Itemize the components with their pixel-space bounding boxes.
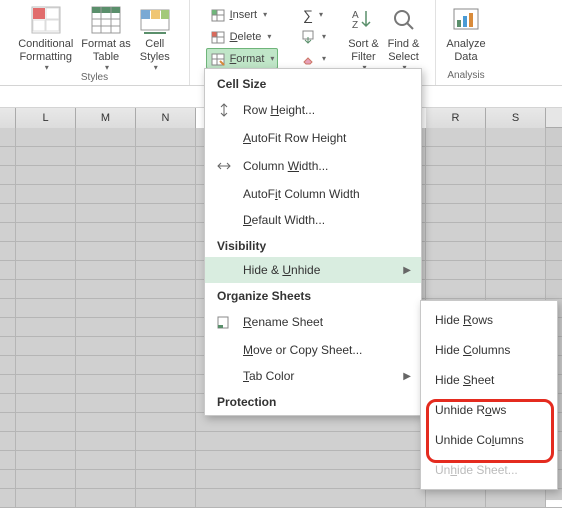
submenu-unhide-rows[interactable]: Unhide Rows	[421, 395, 557, 425]
menu-tab-color[interactable]: Tab Color ▶	[205, 363, 421, 389]
fill-button[interactable]: ▾	[296, 26, 330, 47]
menu-hide-unhide[interactable]: Hide & Unhide ▶	[205, 257, 421, 283]
column-width-icon	[215, 157, 233, 175]
menu-autofit-col[interactable]: AutoFit Column Width	[205, 181, 421, 207]
svg-text:Z: Z	[352, 20, 358, 31]
menu-column-width[interactable]: Column Width...	[205, 151, 421, 181]
delete-cells-icon	[210, 29, 226, 45]
delete-label: Delete	[230, 31, 262, 43]
conditional-formatting-icon	[30, 4, 62, 36]
menu-section-visibility: Visibility	[205, 233, 421, 257]
group-label-styles: Styles	[81, 70, 108, 85]
analyze-data-label: Analyze Data	[446, 38, 485, 63]
format-as-table-button[interactable]: Format as Table▾	[77, 2, 135, 74]
col-header-s[interactable]: S	[486, 108, 546, 128]
insert-label: Insert	[230, 9, 258, 21]
fill-down-icon	[300, 29, 316, 45]
dropdown-icon: ▾	[322, 54, 326, 63]
menu-row-height-label: Row Height...	[243, 103, 315, 117]
format-as-table-label: Format as Table	[81, 38, 131, 63]
col-header-m[interactable]: M	[76, 108, 136, 128]
hide-unhide-submenu: Hide Rows Hide Columns Hide Sheet Unhide…	[420, 300, 558, 490]
submenu-unhide-columns[interactable]: Unhide Columns	[421, 425, 557, 455]
submenu-hide-sheet[interactable]: Hide Sheet	[421, 365, 557, 395]
menu-autofit-col-label: AutoFit Column Width	[243, 187, 360, 201]
cell-styles-label: Cell Styles	[140, 38, 170, 63]
menu-hide-unhide-label: Hide & Unhide	[243, 263, 320, 277]
group-styles: Conditional Formatting▾ Format as Table▾…	[0, 0, 190, 85]
format-cells-icon	[210, 51, 226, 67]
dropdown-icon: ▾	[270, 54, 274, 63]
find-select-button[interactable]: Find & Select▾	[384, 2, 424, 74]
menu-section-protection: Protection	[205, 389, 421, 413]
submenu-hide-columns[interactable]: Hide Columns	[421, 335, 557, 365]
clear-button[interactable]: ▾	[296, 48, 330, 69]
analyze-data-icon	[450, 4, 482, 36]
menu-rename-sheet[interactable]: Rename Sheet	[205, 307, 421, 337]
submenu-arrow-icon: ▶	[403, 371, 411, 382]
insert-cells-icon	[210, 7, 226, 23]
grid-row[interactable]	[0, 489, 562, 508]
format-as-table-icon	[90, 4, 122, 36]
col-header-n[interactable]: N	[136, 108, 196, 128]
menu-move-copy[interactable]: Move or Copy Sheet...	[205, 337, 421, 363]
conditional-formatting-label: Conditional Formatting	[18, 38, 73, 63]
menu-move-copy-label: Move or Copy Sheet...	[243, 343, 362, 357]
menu-section-organize: Organize Sheets	[205, 283, 421, 307]
dropdown-icon: ▾	[263, 10, 267, 19]
dropdown-icon: ▾	[45, 63, 49, 72]
submenu-hide-rows[interactable]: Hide Rows	[421, 305, 557, 335]
col-header-r[interactable]: R	[426, 108, 486, 128]
find-select-icon	[388, 4, 420, 36]
cell-styles-icon	[139, 4, 171, 36]
dropdown-icon: ▾	[322, 32, 326, 41]
menu-autofit-row[interactable]: AutoFit Row Height	[205, 125, 421, 151]
menu-autofit-row-label: AutoFit Row Height	[243, 131, 346, 145]
format-button[interactable]: Format ▾	[206, 48, 279, 69]
menu-default-width[interactable]: Default Width...	[205, 207, 421, 233]
sort-filter-button[interactable]: AZ Sort & Filter▾	[344, 2, 384, 74]
menu-rename-label: Rename Sheet	[243, 315, 323, 329]
analyze-data-button[interactable]: Analyze Data	[442, 2, 489, 65]
insert-button[interactable]: Insert ▾	[206, 4, 279, 25]
autosum-button[interactable]: ∑▾	[296, 4, 330, 25]
col-header-l[interactable]: L	[16, 108, 76, 128]
dropdown-icon: ▾	[267, 32, 271, 41]
submenu-arrow-icon: ▶	[403, 265, 411, 276]
group-analysis: Analyze Data Analysis	[436, 0, 496, 85]
clear-icon	[300, 51, 316, 67]
format-label: Format	[230, 53, 265, 65]
find-select-label: Find & Select	[388, 38, 420, 63]
row-height-icon	[215, 101, 233, 119]
menu-default-width-label: Default Width...	[243, 213, 325, 227]
dropdown-icon: ▾	[154, 63, 158, 72]
cell-styles-button[interactable]: Cell Styles▾	[135, 2, 175, 74]
col-header[interactable]	[0, 108, 16, 128]
conditional-formatting-button[interactable]: Conditional Formatting▾	[14, 2, 77, 74]
sort-filter-label: Sort & Filter	[348, 38, 379, 63]
rename-sheet-icon	[215, 313, 233, 331]
delete-button[interactable]: Delete ▾	[206, 26, 279, 47]
group-label-analysis: Analysis	[447, 68, 484, 83]
format-menu: Cell Size Row Height... AutoFit Row Heig…	[204, 68, 422, 416]
menu-section-cell-size: Cell Size	[205, 71, 421, 95]
menu-row-height[interactable]: Row Height...	[205, 95, 421, 125]
menu-tab-color-label: Tab Color	[243, 369, 294, 383]
autosum-icon: ∑	[303, 7, 313, 23]
menu-column-width-label: Column Width...	[243, 159, 328, 173]
sort-filter-icon: AZ	[348, 4, 380, 36]
dropdown-icon: ▾	[319, 10, 323, 19]
submenu-unhide-sheet: Unhide Sheet...	[421, 455, 557, 485]
